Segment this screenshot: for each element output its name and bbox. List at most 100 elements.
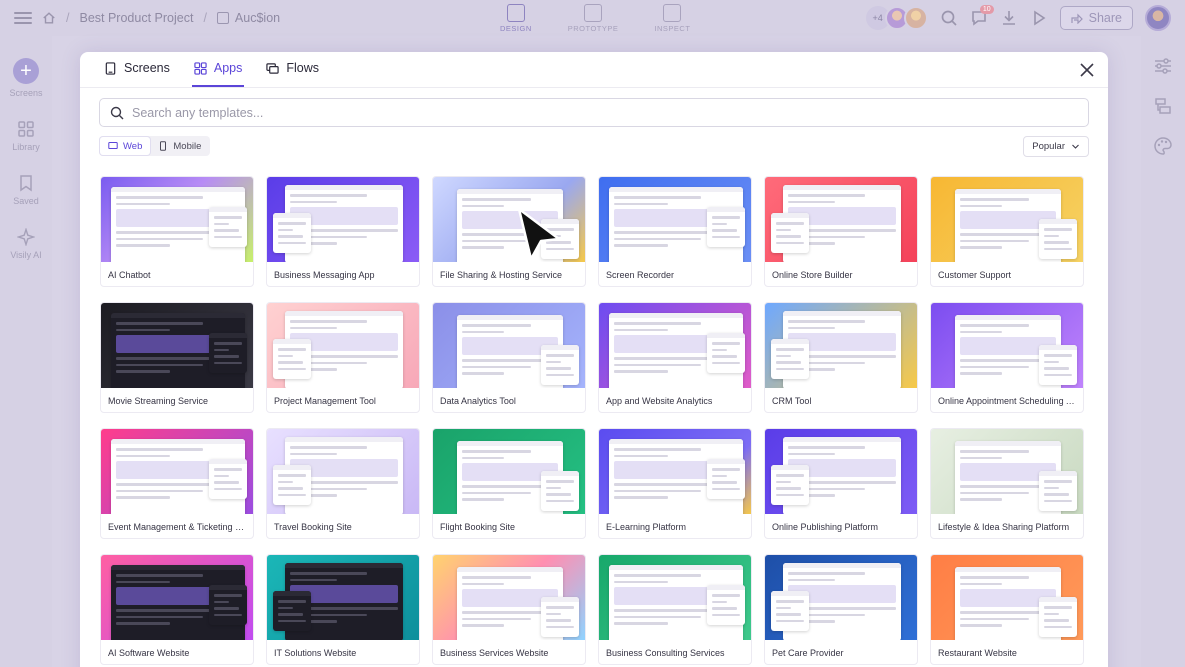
template-card[interactable]: Customer Support (930, 176, 1084, 287)
close-icon[interactable] (1078, 61, 1096, 79)
device-mobile-button[interactable]: Mobile (150, 137, 209, 155)
device-label: Web (123, 140, 143, 152)
hamburger-menu-icon[interactable] (14, 9, 32, 27)
template-card[interactable]: Lifestyle & Idea Sharing Platform (930, 428, 1084, 539)
share-icon (1071, 13, 1083, 24)
share-button[interactable]: Share (1059, 6, 1133, 30)
mode-inspect[interactable]: INSPECT (654, 4, 690, 33)
thumbnail-mock-panel (1039, 345, 1077, 385)
template-thumbnail (765, 429, 917, 514)
breadcrumb-project[interactable]: Best Product Project (79, 11, 193, 25)
template-card[interactable]: AI Software Website (100, 554, 254, 665)
template-thumbnail (433, 303, 585, 388)
sidebar-item-saved[interactable]: Saved (0, 174, 52, 206)
tab-label: Apps (213, 61, 243, 75)
palette-icon[interactable] (1153, 136, 1173, 156)
thumbnail-mock-panel (273, 465, 311, 505)
template-name: Business Consulting Services (606, 648, 725, 658)
template-thumbnail (765, 177, 917, 262)
top-toolbar: / Best Product Project / Auc$ion DESIGN … (0, 0, 1185, 36)
search-icon[interactable] (940, 9, 958, 27)
template-card[interactable]: Event Management & Ticketing Si... (100, 428, 254, 539)
template-card[interactable]: Online Publishing Platform (764, 428, 918, 539)
template-card[interactable]: IT Solutions Website (266, 554, 420, 665)
template-card[interactable]: Online Appointment Scheduling A... (930, 302, 1084, 413)
template-card[interactable]: Data Analytics Tool (432, 302, 586, 413)
left-sidebar: + Screens Library Saved Visily AI (0, 36, 52, 667)
template-card[interactable]: Pet Care Provider (764, 554, 918, 665)
template-thumbnail (931, 303, 1083, 388)
breadcrumb-file[interactable]: Auc$ion (216, 11, 280, 25)
comments-icon[interactable]: 10 (970, 5, 994, 27)
user-avatar[interactable] (1145, 5, 1171, 31)
template-card[interactable]: Movie Streaming Service (100, 302, 254, 413)
collaborator-avatars[interactable]: +4 (865, 6, 928, 30)
thumbnail-mock-panel (1039, 219, 1077, 259)
download-icon[interactable] (1000, 9, 1018, 27)
template-card[interactable]: E-Learning Platform (598, 428, 752, 539)
template-card[interactable]: AI Chatbot (100, 176, 254, 287)
search-icon (110, 106, 124, 119)
device-web-button[interactable]: Web (100, 137, 151, 155)
library-icon (18, 121, 34, 137)
template-thumbnail (433, 555, 585, 640)
template-name: IT Solutions Website (274, 648, 357, 658)
template-thumbnail (101, 429, 253, 514)
search-input[interactable] (132, 105, 1072, 120)
thumbnail-mock-panel (541, 219, 579, 259)
layers-icon[interactable] (1153, 96, 1173, 116)
home-icon[interactable] (42, 11, 56, 25)
flows-icon (266, 62, 280, 74)
template-card[interactable]: Flight Booking Site (432, 428, 586, 539)
sidebar-item-screens[interactable]: + Screens (0, 58, 52, 98)
template-card[interactable]: Travel Booking Site (266, 428, 420, 539)
thumbnail-mock-panel (541, 345, 579, 385)
template-thumbnail (765, 303, 917, 388)
sort-dropdown[interactable]: Popular (1023, 136, 1089, 157)
sidebar-item-label: Library (12, 142, 40, 152)
template-thumbnail (765, 555, 917, 640)
saved-icon (20, 175, 32, 192)
template-thumbnail (101, 303, 253, 388)
template-card[interactable]: Business Consulting Services (598, 554, 752, 665)
sidebar-item-label: Screens (9, 88, 43, 98)
template-card[interactable]: Restaurant Website (930, 554, 1084, 665)
sidebar-item-visily-ai[interactable]: Visily AI (0, 228, 52, 260)
template-card[interactable]: App and Website Analytics (598, 302, 752, 413)
desktop-icon (108, 142, 118, 149)
template-name: Customer Support (938, 270, 1012, 280)
template-card[interactable]: Project Management Tool (266, 302, 420, 413)
thumbnail-mock-panel (273, 213, 311, 253)
template-name: Movie Streaming Service (108, 396, 209, 406)
template-card[interactable]: CRM Tool (764, 302, 918, 413)
template-search[interactable] (99, 98, 1089, 127)
sidebar-item-label: Saved (13, 196, 39, 206)
tab-screens[interactable]: Screens (102, 52, 172, 87)
mode-prototype[interactable]: PROTOTYPE (568, 4, 619, 33)
mode-label: PROTOTYPE (567, 24, 619, 33)
avatar (903, 6, 928, 30)
breadcrumb-separator: / (203, 11, 207, 25)
mode-label: DESIGN (500, 24, 532, 33)
template-card[interactable]: Business Messaging App (266, 176, 420, 287)
sidebar-item-library[interactable]: Library (0, 120, 52, 152)
template-card[interactable]: Business Services Website (432, 554, 586, 665)
template-thumbnail (267, 429, 419, 514)
tab-apps[interactable]: Apps (191, 52, 245, 87)
code-icon (663, 4, 682, 22)
mode-design[interactable]: DESIGN (500, 4, 532, 33)
template-card[interactable]: Online Store Builder (764, 176, 918, 287)
thumbnail-mock-panel (209, 207, 247, 247)
template-card[interactable]: Screen Recorder (598, 176, 752, 287)
right-sidebar (1141, 36, 1185, 667)
play-icon[interactable] (1030, 9, 1048, 27)
template-card[interactable]: File Sharing & Hosting Service (432, 176, 586, 287)
thumbnail-mock-panel (209, 459, 247, 499)
template-thumbnail (101, 555, 253, 640)
sliders-icon[interactable] (1153, 56, 1173, 76)
template-name: Online Appointment Scheduling A... (938, 396, 1080, 406)
sidebar-item-label: Visily AI (10, 250, 42, 260)
thumbnail-mock-panel (209, 333, 247, 373)
template-name: Event Management & Ticketing Si... (108, 522, 251, 532)
tab-flows[interactable]: Flows (264, 52, 321, 87)
